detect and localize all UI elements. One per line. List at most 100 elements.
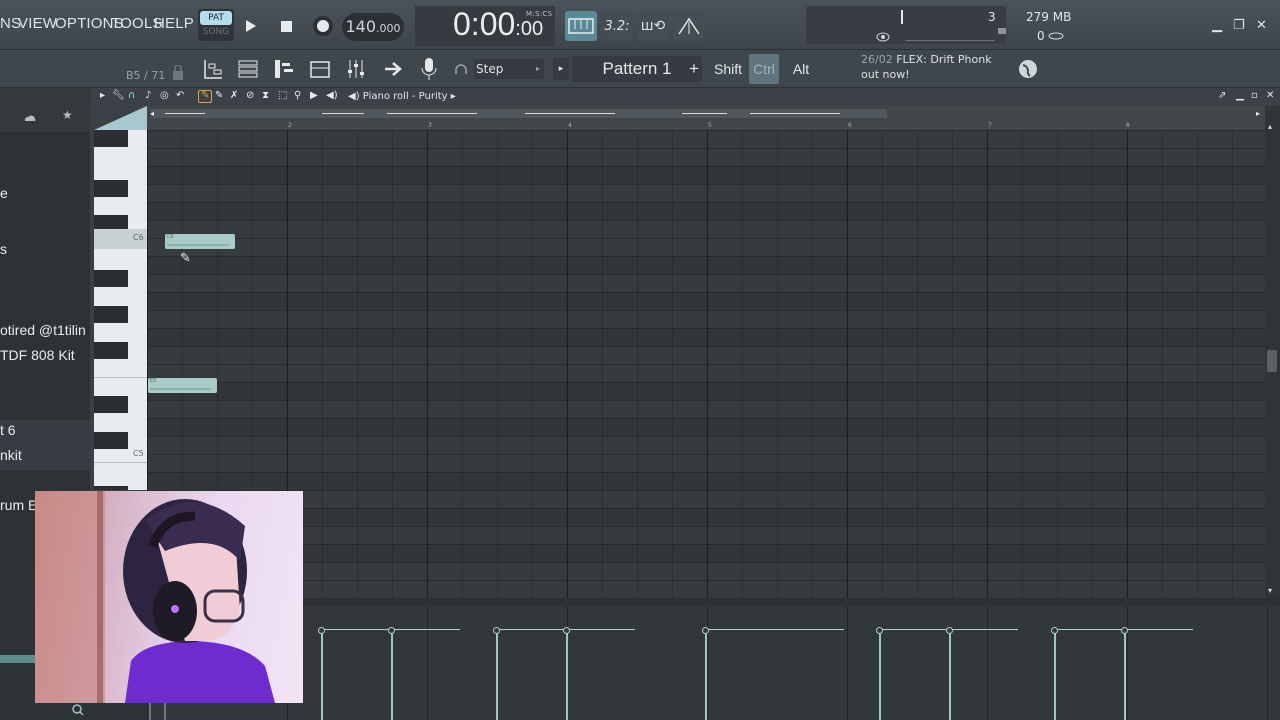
velocity-stem[interactable]: [391, 633, 393, 720]
pat-mode-label[interactable]: PAT: [200, 11, 232, 25]
playback-icon[interactable]: ▶: [310, 90, 318, 101]
menu-item-help[interactable]: HELP: [154, 15, 194, 32]
note-grid[interactable]: [147, 130, 1265, 598]
velocity-handle[interactable]: [318, 627, 325, 634]
typing-keyboard-button[interactable]: [565, 11, 597, 41]
browser-item[interactable]: TDF 808 Kit: [0, 347, 75, 363]
song-mode-label[interactable]: SONG: [200, 26, 232, 39]
black-key[interactable]: [94, 130, 128, 147]
browser-button[interactable]: [306, 54, 334, 84]
ruler-corner[interactable]: [94, 106, 147, 130]
playlist-button[interactable]: [199, 54, 227, 84]
next-arrow-button[interactable]: [380, 54, 408, 84]
snap-selector[interactable]: Step ▸: [474, 59, 544, 79]
pattern-prev-button[interactable]: ▸: [553, 58, 569, 80]
scroll-down-icon[interactable]: ▾: [1268, 586, 1272, 595]
black-key[interactable]: [94, 270, 128, 287]
vertical-scroll-thumb[interactable]: [1267, 350, 1277, 372]
close-icon[interactable]: ✕: [1256, 18, 1267, 33]
slice-icon[interactable]: ⧗: [262, 90, 269, 101]
note-icon[interactable]: ♪: [145, 90, 151, 101]
scroll-up-icon[interactable]: ▴: [1268, 122, 1272, 131]
zoom-icon[interactable]: ⚲: [294, 90, 301, 101]
timeline-ruler[interactable]: [147, 106, 1265, 130]
velocity-stem[interactable]: [496, 633, 498, 720]
brush-icon[interactable]: ✎: [215, 90, 223, 101]
delete-icon[interactable]: ✗: [230, 90, 238, 101]
velocity-editor[interactable]: [147, 606, 1280, 720]
step-edit-button[interactable]: 3.2:: [601, 11, 633, 41]
loop-record-button[interactable]: ш⟲: [637, 11, 669, 41]
velocity-stem[interactable]: [705, 633, 707, 720]
ruler-right-arrow-icon[interactable]: ▸: [1256, 109, 1260, 118]
velocity-stem[interactable]: [1054, 633, 1056, 720]
pr-minimize-icon[interactable]: ▁: [1236, 90, 1244, 101]
channel-rack-button[interactable]: [234, 54, 262, 84]
add-pattern-button[interactable]: +: [686, 54, 702, 84]
browser-item[interactable]: t 6: [0, 422, 16, 438]
black-key[interactable]: [94, 342, 128, 359]
metronome-button[interactable]: [673, 11, 705, 41]
time-format-label[interactable]: M:S:CS: [526, 10, 552, 18]
velocity-handle[interactable]: [1121, 627, 1128, 634]
magnet-icon[interactable]: ∩: [128, 90, 135, 101]
pattern-selector[interactable]: Pattern 1: [572, 56, 702, 82]
speaker-icon[interactable]: ◀): [326, 90, 338, 101]
browser-item[interactable]: e: [0, 185, 8, 201]
velocity-stem[interactable]: [1124, 633, 1126, 720]
velocity-handle[interactable]: [946, 627, 953, 634]
black-key[interactable]: [94, 396, 128, 413]
velocity-handle[interactable]: [1051, 627, 1058, 634]
note-block[interactable]: E5: [148, 378, 217, 393]
black-key[interactable]: [94, 432, 128, 449]
pr-close-icon[interactable]: ✕: [1266, 90, 1274, 101]
piano-roll-button[interactable]: [270, 54, 298, 84]
velocity-handle[interactable]: [563, 627, 570, 634]
globe-icon[interactable]: [1018, 59, 1038, 79]
draw-tool-button[interactable]: ✎: [198, 90, 212, 103]
mute-icon[interactable]: ⊘: [246, 90, 254, 101]
velocity-stem[interactable]: [321, 633, 323, 720]
news-line-1[interactable]: 26/02 FLEX: Drift Phonk: [861, 53, 992, 66]
play-button[interactable]: [236, 12, 266, 40]
velocity-handle[interactable]: [876, 627, 883, 634]
recording-button[interactable]: [415, 54, 443, 84]
minimize-icon[interactable]: ▁: [1212, 18, 1222, 33]
wrench-icon[interactable]: 🔧︎: [112, 90, 125, 101]
stop-button[interactable]: [271, 12, 301, 40]
velocity-stem[interactable]: [879, 633, 881, 720]
pat-song-toggle[interactable]: PAT SONG: [198, 9, 234, 41]
menu-item-view[interactable]: VIEW: [18, 15, 57, 32]
velocity-handle[interactable]: [702, 627, 709, 634]
browser-item[interactable]: otired @t1tilin: [0, 322, 86, 338]
tempo-display[interactable]: 140.000: [342, 13, 404, 41]
browser-item[interactable]: nkit: [0, 447, 22, 463]
options-arrow-icon[interactable]: ▸: [100, 90, 105, 101]
news-line-2[interactable]: out now!: [861, 68, 910, 81]
velocity-handle[interactable]: [493, 627, 500, 634]
eye-icon[interactable]: [876, 32, 890, 42]
mixer-button[interactable]: [342, 54, 370, 84]
record-button[interactable]: [308, 12, 338, 40]
shift-key-button[interactable]: Shift: [713, 54, 743, 84]
piano-keyboard[interactable]: [94, 130, 147, 490]
black-key[interactable]: [94, 486, 128, 490]
undo-icon[interactable]: ↶: [176, 90, 184, 101]
star-icon[interactable]: ★: [62, 108, 73, 122]
browser-item[interactable]: rum E: [0, 497, 37, 513]
search-icon[interactable]: [72, 704, 84, 716]
ruler-left-arrow-icon[interactable]: ◂: [150, 109, 154, 118]
target-icon[interactable]: ◎: [160, 90, 169, 101]
select-icon[interactable]: ⬚: [278, 90, 287, 101]
browser-item[interactable]: s: [0, 241, 7, 257]
maximize-icon[interactable]: ❐: [1233, 18, 1245, 33]
velocity-stem[interactable]: [949, 633, 951, 720]
detach-icon[interactable]: ⇗: [1218, 90, 1226, 101]
alt-key-button[interactable]: Alt: [788, 54, 814, 84]
cloud-icon[interactable]: [24, 114, 36, 122]
velocity-handle[interactable]: [388, 627, 395, 634]
pr-maximize-icon[interactable]: ▫: [1251, 90, 1258, 101]
note-block[interactable]: C6: [165, 234, 235, 249]
black-key[interactable]: [94, 180, 128, 197]
ctrl-key-button[interactable]: Ctrl: [749, 54, 779, 84]
